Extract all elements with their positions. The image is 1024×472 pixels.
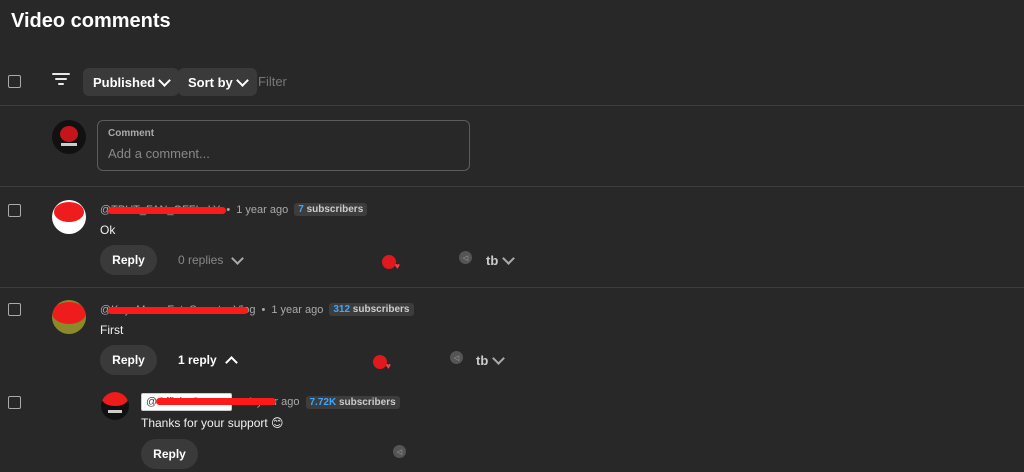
- chevron-down-icon: [235, 73, 249, 87]
- thumbs-icon: tb: [486, 253, 499, 268]
- author-handle[interactable]: @TPUT_FAN_OFFI...LY: [100, 204, 226, 216]
- reply-button[interactable]: Reply: [141, 439, 198, 469]
- creator-heart-icon[interactable]: ♥: [382, 255, 400, 271]
- creator-heart-icon[interactable]: ♥: [373, 355, 391, 371]
- pin-icon[interactable]: ◁: [459, 251, 472, 264]
- chevron-down-icon: [492, 352, 506, 365]
- published-dropdown[interactable]: Published: [83, 68, 180, 96]
- chevron-down-icon: [231, 251, 245, 265]
- avatar: [52, 300, 86, 334]
- reply-button[interactable]: Reply: [100, 245, 157, 275]
- author-handle[interactable]: @Offici...Games: [141, 393, 276, 411]
- comment-checkbox[interactable]: [8, 303, 21, 316]
- comment-meta: @TPUT_FAN_OFFI...LY • 1 year ago 7 subsc…: [100, 203, 368, 216]
- pin-icon[interactable]: ◁: [450, 351, 463, 364]
- thumbs-icon: tb: [476, 353, 489, 368]
- subscriber-badge: 312 subscribers: [329, 303, 414, 316]
- author-handle[interactable]: @KayaMuraoFataSamataeVlog: [100, 304, 255, 316]
- redaction-mark: [156, 398, 276, 405]
- comment-placeholder: Add a comment...: [108, 146, 210, 161]
- replies-toggle[interactable]: 0 replies: [178, 251, 245, 267]
- comment-checkbox[interactable]: [8, 204, 21, 217]
- comment-time[interactable]: 1 year ago: [236, 204, 288, 216]
- filter-icon[interactable]: [52, 73, 70, 87]
- avatar: [101, 392, 129, 420]
- more-actions[interactable]: tb: [486, 252, 516, 268]
- separator: •: [226, 203, 231, 216]
- divider: [0, 105, 1024, 106]
- avatar: [52, 200, 86, 234]
- replies-toggle[interactable]: 1 reply: [178, 353, 238, 369]
- divider: [0, 186, 1024, 187]
- reply-text: Thanks for your support 😊: [141, 416, 284, 430]
- page-title: Video comments: [11, 10, 171, 32]
- chevron-up-icon: [224, 355, 238, 369]
- subscriber-badge: 7 subscribers: [294, 203, 368, 216]
- divider: [0, 287, 1024, 288]
- comment-text: Ok: [100, 223, 116, 237]
- pin-icon[interactable]: ◁: [393, 445, 406, 458]
- published-label: Published: [93, 74, 156, 90]
- more-actions[interactable]: tb: [476, 352, 506, 368]
- comment-text: First: [100, 323, 124, 337]
- comment-time[interactable]: 1 year ago: [271, 304, 323, 316]
- chevron-down-icon: [502, 252, 516, 265]
- redaction-mark: [108, 306, 248, 314]
- reply-meta: @Offici...Games • 1 year ago 7.72K subsc…: [141, 393, 400, 411]
- reply-button[interactable]: Reply: [100, 345, 157, 375]
- filter-input[interactable]: Filter: [258, 74, 287, 89]
- subscriber-badge: 7.72K subscribers: [305, 395, 400, 409]
- comment-field-label: Comment: [108, 128, 155, 139]
- redaction-mark: [108, 206, 226, 214]
- separator: •: [261, 303, 266, 316]
- reply-checkbox[interactable]: [8, 396, 21, 409]
- chevron-down-icon: [158, 73, 171, 87]
- sortby-dropdown[interactable]: Sort by: [178, 68, 257, 96]
- comment-meta: @KayaMuraoFataSamataeVlog • 1 year ago 3…: [100, 303, 414, 316]
- sortby-label: Sort by: [188, 74, 233, 90]
- comment-input[interactable]: Comment Add a comment...: [97, 120, 470, 171]
- select-all-checkbox[interactable]: [8, 75, 21, 88]
- avatar: [52, 120, 86, 154]
